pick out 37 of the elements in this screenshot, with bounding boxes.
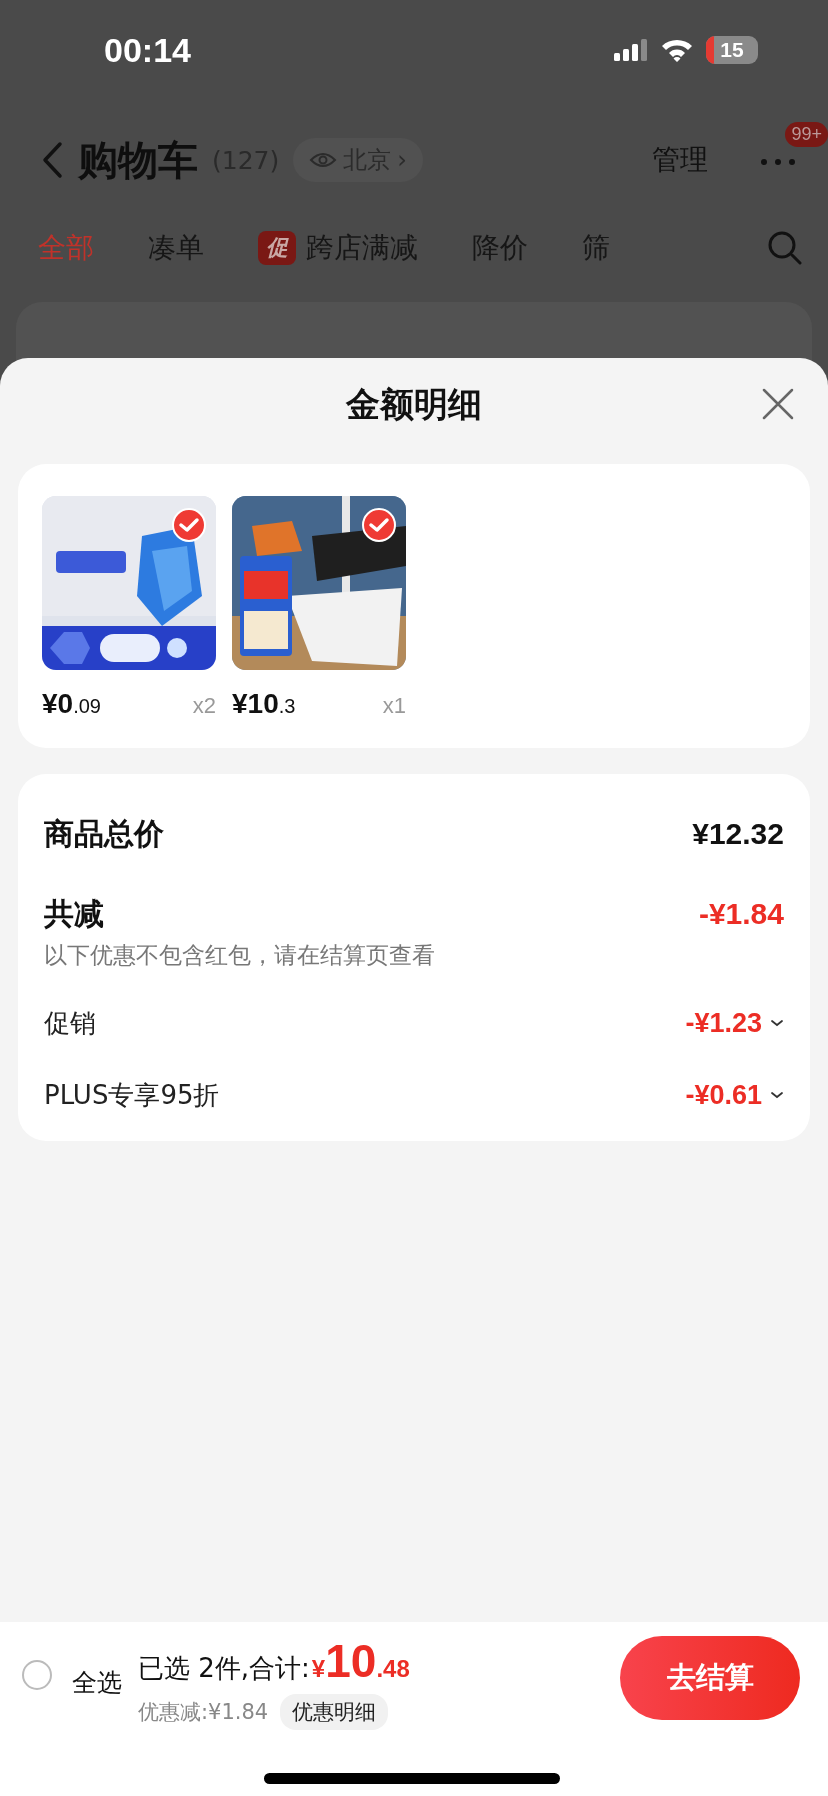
filter-tab[interactable]: 全部: [38, 229, 94, 267]
battery-icon: 15: [706, 36, 758, 64]
discount-details-button[interactable]: 优惠明细: [280, 1694, 389, 1730]
status-time: 00:14: [104, 30, 191, 70]
chevron-down-icon[interactable]: [770, 1018, 784, 1028]
chevron-down-icon[interactable]: [770, 1090, 784, 1100]
summary-label: 商品总价: [44, 814, 164, 853]
selected-summary: 已选 2件,合计:: [138, 1652, 310, 1685]
product-price: ¥10.3: [232, 688, 296, 720]
product-quantity: x2: [192, 693, 216, 719]
summary-label: 共减: [44, 894, 104, 933]
eye-icon: [309, 151, 338, 169]
manage-button[interactable]: 管理: [646, 140, 714, 180]
sheet-title: 金额明细: [346, 383, 482, 426]
discount-amount: 优惠减:¥1.84: [138, 1699, 269, 1726]
summary-value: ¥12.32: [692, 817, 784, 851]
summary-value: -¥0.61: [685, 1079, 762, 1111]
summary-label: 促销: [44, 1006, 96, 1040]
search-icon[interactable]: [766, 229, 804, 267]
product-price: ¥0.09: [42, 688, 101, 720]
notification-badge: 99+: [785, 122, 828, 147]
page-title: 购物车: [78, 135, 198, 185]
product-quantity: x1: [382, 693, 406, 719]
discount-note: 以下优惠不包含红包，请在结算页查看: [44, 941, 436, 970]
checkout-button[interactable]: 去结算: [620, 1636, 800, 1720]
promo-tag: 促: [258, 231, 296, 265]
summary-value: -¥1.84: [698, 897, 784, 931]
select-all-label[interactable]: 全选: [72, 1666, 122, 1699]
select-all-radio[interactable]: [22, 1660, 52, 1690]
summary-label: PLUS专享95折: [44, 1078, 220, 1112]
signal-icon: [614, 39, 648, 61]
back-icon[interactable]: [40, 140, 64, 180]
summary-value: -¥1.23: [685, 1007, 762, 1039]
total-price: ¥10.48: [311, 1634, 410, 1688]
checkmark-badge-icon[interactable]: [362, 508, 396, 542]
checkmark-badge-icon[interactable]: [172, 508, 206, 542]
wifi-icon: [660, 38, 694, 62]
